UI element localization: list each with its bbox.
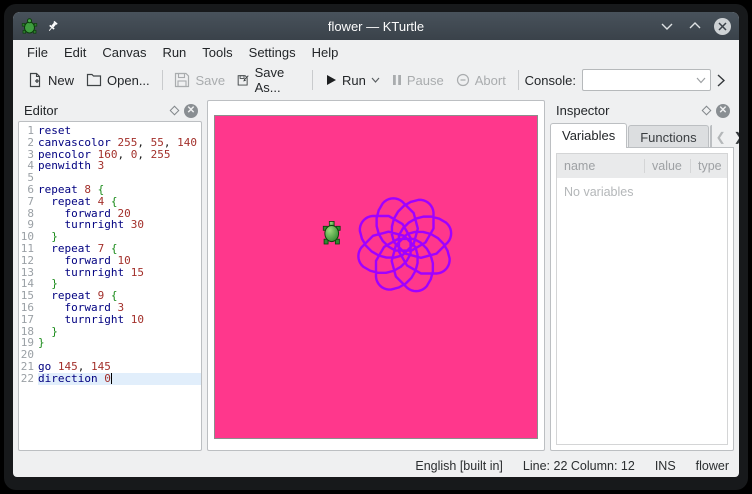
inspector-close-icon[interactable]: ✕ (716, 104, 730, 118)
line-number: 17 (19, 314, 38, 326)
tab-functions[interactable]: Functions (628, 125, 708, 148)
pause-button-label: Pause (407, 73, 444, 88)
minimize-button[interactable] (658, 17, 676, 35)
status-script-name: flower (696, 459, 729, 473)
line-number: 22 (19, 373, 38, 385)
new-button[interactable]: New (21, 68, 80, 92)
inspector-panel-title: Inspector (556, 103, 609, 118)
open-button-label: Open... (107, 73, 150, 88)
kturtle-app-icon (21, 18, 38, 35)
run-speed-chevron-icon[interactable] (371, 77, 380, 83)
tab-scroll-right-icon[interactable]: ❯ (734, 130, 739, 144)
canvas-region (207, 100, 545, 451)
pause-button[interactable]: Pause (386, 69, 450, 92)
toolbar: New Open... Save (13, 64, 739, 96)
open-button[interactable]: Open... (80, 68, 156, 92)
code-line[interactable]: 19} (19, 337, 201, 349)
toolbar-separator (518, 70, 519, 90)
toolbar-separator (162, 70, 163, 90)
console-input[interactable] (582, 69, 711, 91)
maximize-button[interactable] (686, 17, 704, 35)
title-bar[interactable]: flower — KTurtle (13, 12, 739, 40)
kturtle-window: flower — KTurtle (13, 12, 739, 477)
run-button[interactable]: Run (319, 69, 386, 92)
open-folder-icon (86, 72, 102, 88)
new-button-label: New (48, 73, 74, 88)
line-number: 6 (19, 184, 38, 196)
code-line[interactable]: 18 } (19, 326, 201, 338)
line-number: 2 (19, 137, 38, 149)
editor-panel-title: Editor (24, 103, 58, 118)
abort-icon (456, 73, 470, 87)
column-name[interactable]: name (557, 159, 645, 173)
pause-icon (392, 74, 402, 86)
line-number: 21 (19, 361, 38, 373)
save-button[interactable]: Save (168, 68, 231, 92)
code-line[interactable]: 4penwidth 3 (19, 160, 201, 172)
save-as-icon (237, 72, 249, 88)
line-number: 11 (19, 243, 38, 255)
new-file-icon (27, 72, 43, 88)
variables-view: name value type No variables (550, 147, 734, 451)
console-chevron-icon[interactable] (696, 77, 706, 84)
variables-table-header: name value type (557, 154, 727, 178)
run-button-label: Run (342, 73, 366, 88)
code-editor[interactable]: 1reset2canvascolor 255, 55, 1403pencolor… (18, 121, 202, 451)
line-number: 16 (19, 302, 38, 314)
abort-button-label: Abort (475, 73, 506, 88)
menu-item-help[interactable]: Help (304, 42, 347, 63)
save-button-label: Save (195, 73, 225, 88)
menu-item-file[interactable]: File (19, 42, 56, 63)
pin-icon[interactable] (46, 20, 59, 33)
status-cursor-position: Line: 22 Column: 12 (523, 459, 635, 473)
column-type[interactable]: type (691, 159, 729, 173)
save-as-button-label: Save As... (255, 65, 301, 95)
tab-variables[interactable]: Variables (550, 123, 627, 148)
menu-item-edit[interactable]: Edit (56, 42, 94, 63)
inspector-panel: Inspector ✕ Variables Functions ❮ ❯ (550, 100, 734, 451)
close-button[interactable] (714, 18, 731, 35)
text-cursor (111, 373, 112, 384)
save-as-button[interactable]: Save As... (231, 61, 306, 99)
menu-item-canvas[interactable]: Canvas (94, 42, 154, 63)
inspector-float-icon[interactable] (702, 106, 712, 116)
console-label: Console: (525, 73, 576, 88)
editor-close-icon[interactable]: ✕ (184, 104, 198, 118)
column-value[interactable]: value (645, 159, 691, 173)
toolbar-overflow-button[interactable] (711, 72, 731, 89)
no-variables-text: No variables (557, 178, 727, 206)
abort-button[interactable]: Abort (450, 69, 512, 92)
main-area: Editor ✕ 1reset2canvascolor 255, 55, 140… (13, 96, 739, 455)
menu-bar: FileEditCanvasRunToolsSettingsHelp (13, 40, 739, 64)
variables-table: name value type No variables (556, 153, 728, 445)
line-number: 7 (19, 196, 38, 208)
line-number: 12 (19, 255, 38, 267)
code-line[interactable]: 22direction 0 (19, 373, 201, 385)
menu-item-run[interactable]: Run (154, 42, 194, 63)
status-bar: English [built in] Line: 22 Column: 12 I… (13, 455, 739, 477)
editor-panel: Editor ✕ 1reset2canvascolor 255, 55, 140… (18, 100, 202, 451)
run-play-icon (325, 74, 337, 86)
menu-item-tools[interactable]: Tools (194, 42, 240, 63)
inspector-panel-header[interactable]: Inspector ✕ (550, 100, 734, 121)
save-icon (174, 72, 190, 88)
window-title: flower — KTurtle (13, 19, 739, 34)
menu-item-settings[interactable]: Settings (241, 42, 304, 63)
inspector-tabs: Variables Functions ❮ ❯ (550, 123, 734, 148)
editor-float-icon[interactable] (170, 106, 180, 116)
status-language: English [built in] (415, 459, 503, 473)
editor-panel-header[interactable]: Editor ✕ (18, 100, 202, 121)
status-input-mode: INS (655, 459, 676, 473)
tab-scroll-left-icon[interactable]: ❮ (716, 130, 726, 144)
window-frame: flower — KTurtle (4, 4, 748, 490)
toolbar-separator (312, 70, 313, 90)
turtle-canvas (214, 115, 538, 439)
